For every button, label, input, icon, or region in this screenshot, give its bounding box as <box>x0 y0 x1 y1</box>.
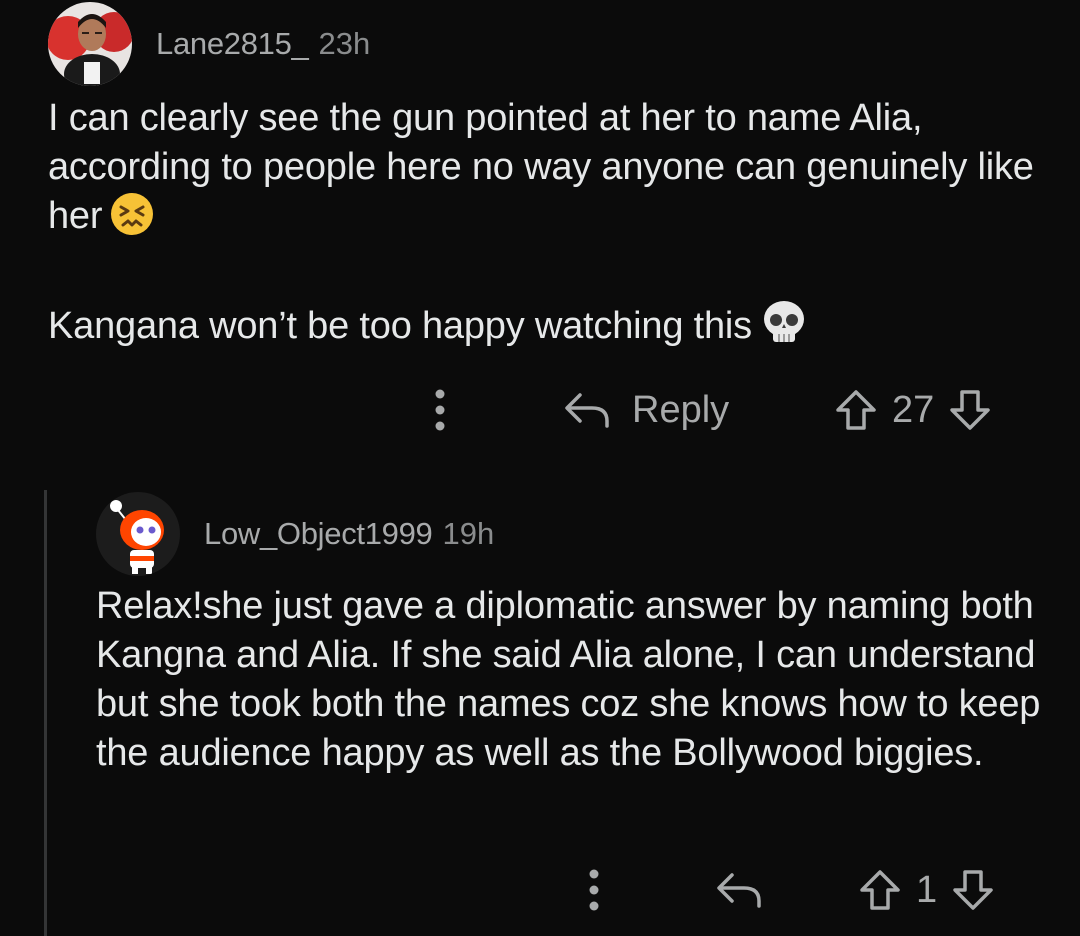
confounded-face-emoji <box>110 192 154 249</box>
comment-text: I can clearly see the gun pointed at her… <box>48 97 1034 237</box>
reply-label: Reply <box>632 388 730 431</box>
avatar[interactable] <box>96 492 180 576</box>
comment-header: Lane2815_ 23h <box>48 2 370 86</box>
upvote-icon[interactable] <box>834 389 878 431</box>
timestamp: 23h <box>318 26 371 61</box>
more-options-button[interactable] <box>584 860 604 920</box>
vote-score: 27 <box>892 388 935 431</box>
reply-arrow-icon <box>717 873 761 908</box>
more-vertical-icon <box>435 389 445 431</box>
comment-header: Low_Object1999 19h <box>96 492 494 576</box>
comment-actions: Reply 27 <box>0 380 1080 440</box>
skull-emoji <box>760 298 808 359</box>
timestamp: 19h <box>442 516 495 551</box>
comment-text-2: Kangana won’t be too happy watching this <box>48 305 752 347</box>
comment-body-2: Kangana won’t be too happy watching this <box>48 298 1048 359</box>
comment-text: Relax!she just gave a diplomatic answer … <box>96 585 1041 774</box>
downvote-icon[interactable] <box>951 869 995 911</box>
username[interactable]: Lane2815_ <box>156 26 309 62</box>
username[interactable]: Low_Object1999 <box>204 516 433 552</box>
comment-actions: 1 <box>0 860 1080 920</box>
downvote-icon[interactable] <box>948 389 992 431</box>
comment-body: Relax!she just gave a diplomatic answer … <box>96 582 1056 778</box>
more-vertical-icon <box>589 869 599 911</box>
comment: Lane2815_ 23h I can clearly see the gun … <box>0 0 1080 470</box>
more-options-button[interactable] <box>430 380 450 440</box>
reply-arrow-icon <box>565 393 609 428</box>
comment-body: I can clearly see the gun pointed at her… <box>48 94 1048 249</box>
vote-controls: 27 <box>834 380 992 440</box>
upvote-icon[interactable] <box>858 869 902 911</box>
reply-button[interactable]: Reply <box>564 380 729 440</box>
vote-controls: 1 <box>858 860 995 920</box>
reply-button[interactable] <box>716 860 762 920</box>
vote-score: 1 <box>916 868 938 911</box>
reply-comment: Low_Object1999 19h Relax!she just gave a… <box>0 470 1080 936</box>
avatar[interactable] <box>48 2 132 86</box>
